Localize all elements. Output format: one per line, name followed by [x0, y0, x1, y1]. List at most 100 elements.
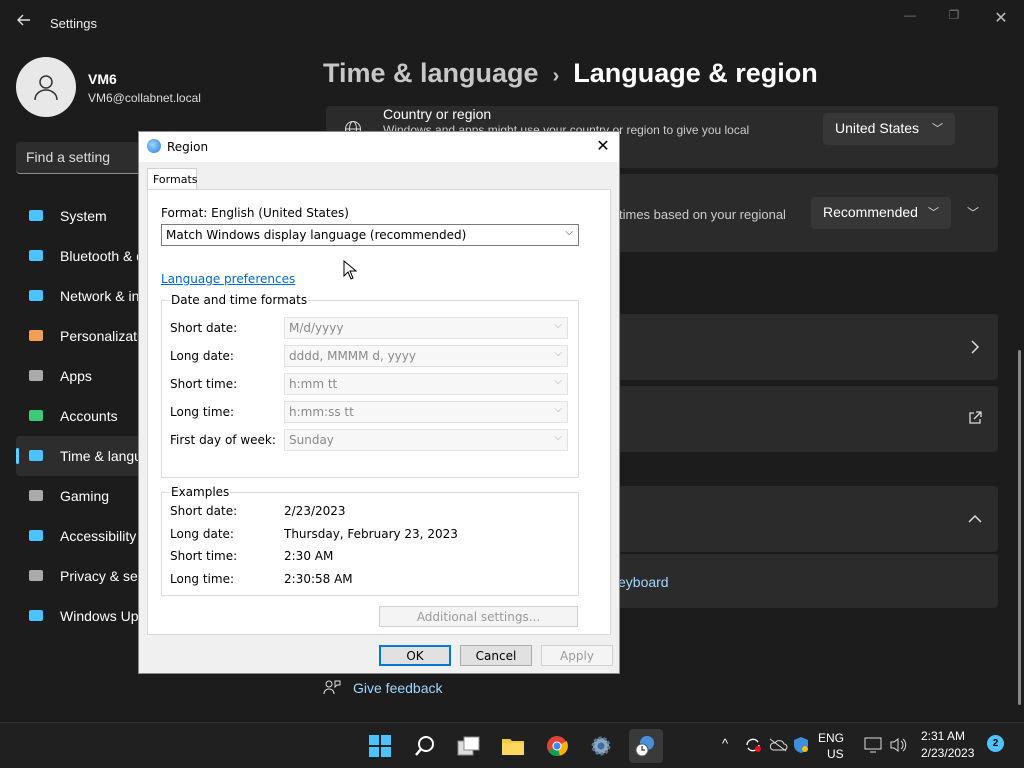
show-hidden-icons-button[interactable]: ^	[722, 736, 728, 751]
chrome-button[interactable]	[543, 732, 571, 760]
apps-icon	[28, 368, 44, 384]
person-icon	[34, 75, 58, 101]
dt-format-value: h:mm tt	[289, 377, 338, 391]
scrollbar[interactable]	[1018, 350, 1021, 705]
clock-date[interactable]: 2/23/2023	[921, 746, 974, 760]
sidebar-item-network-internet[interactable]: Network & internet	[16, 276, 146, 316]
breadcrumb-parent[interactable]: Time & language	[323, 58, 539, 88]
dt-format-select[interactable]: Sunday ⌵	[284, 429, 568, 451]
title-bar: Settings — ❐ ✕	[0, 0, 1024, 48]
sidebar-item-label: Gaming	[60, 488, 110, 504]
format-select[interactable]: Match Windows display language (recommen…	[161, 224, 579, 246]
defender-shield-icon[interactable]	[793, 736, 809, 754]
chevron-down-icon: ⌵	[565, 227, 573, 238]
close-button[interactable]: ✕	[981, 8, 1021, 27]
tab-formats[interactable]: Formats	[147, 168, 198, 190]
regional-format-dropdown[interactable]: Recommended ﹀	[811, 197, 951, 229]
notification-badge[interactable]: 2	[987, 735, 1004, 752]
dialog-title: Region	[167, 140, 209, 154]
bluetooth-icon	[28, 248, 44, 264]
dt-format-select[interactable]: h:mm:ss tt ⌵	[284, 401, 568, 423]
dt-format-label: Long date:	[170, 349, 234, 363]
keyboard-link[interactable]: eyboard	[618, 574, 669, 590]
sidebar-item-windows-update[interactable]: Windows Update	[16, 596, 146, 636]
ok-button[interactable]: OK	[379, 645, 451, 666]
back-button[interactable]	[12, 12, 36, 36]
chevron-up-icon	[968, 514, 982, 523]
settings-button[interactable]	[587, 732, 615, 760]
input-language-line1[interactable]: ENG	[818, 731, 844, 745]
sidebar-item-bluetooth-devices[interactable]: Bluetooth & devices	[16, 236, 146, 276]
country-dropdown[interactable]: United States ﹀	[823, 113, 955, 145]
feedback-label: Give feedback	[353, 680, 443, 696]
gamepad-icon	[28, 488, 44, 504]
sidebar-item-privacy-security[interactable]: Privacy & security	[16, 556, 146, 596]
dt-format-value: h:mm:ss tt	[289, 405, 354, 419]
example-value: 2:30:58 AM	[284, 571, 353, 586]
app-title: Settings	[50, 16, 97, 31]
sidebar-item-time-language[interactable]: Time & language	[16, 436, 146, 476]
sidebar-item-label: Time & language	[60, 448, 146, 464]
country-region-title: Country or region	[383, 106, 492, 122]
country-value: United States	[835, 120, 920, 136]
breadcrumb: Time & language › Language & region	[323, 58, 818, 89]
sidebar-item-personalization[interactable]: Personalization	[16, 316, 146, 356]
maximize-button[interactable]: ❐	[934, 8, 974, 26]
person-icon	[28, 408, 44, 424]
cancel-button[interactable]: Cancel	[460, 645, 532, 666]
minimize-button[interactable]: —	[890, 8, 930, 26]
breadcrumb-separator: ›	[552, 65, 560, 87]
sidebar-item-accessibility[interactable]: Accessibility	[16, 516, 146, 556]
open-external-icon	[969, 411, 982, 424]
start-button[interactable]	[366, 732, 394, 760]
clock-time[interactable]: 2:31 AM	[921, 729, 965, 743]
windows-logo-icon	[369, 735, 391, 757]
dt-format-label: Short date:	[170, 321, 238, 335]
chrome-icon	[547, 736, 568, 757]
region-taskbar-button[interactable]	[629, 729, 663, 763]
sidebar-item-label: System	[60, 208, 107, 224]
additional-settings-button[interactable]: Additional settings...	[379, 606, 578, 627]
example-label: Long date:	[170, 526, 234, 541]
search-button[interactable]	[411, 732, 439, 760]
clock-globe-icon	[28, 448, 44, 464]
search-icon	[415, 736, 434, 756]
expand-chevron-icon[interactable]: ﹀	[967, 204, 979, 221]
paintbrush-icon	[28, 328, 44, 344]
example-label: Short date:	[170, 504, 238, 518]
chevron-down-icon: ⌵	[554, 376, 562, 387]
page-title: Language & region	[573, 58, 818, 88]
chevron-down-icon: ﹀	[932, 123, 943, 135]
file-explorer-button[interactable]	[499, 732, 527, 760]
volume-icon[interactable]	[889, 737, 907, 753]
example-value: Thursday, February 23, 2023	[284, 526, 458, 541]
sidebar-item-system[interactable]: System	[16, 196, 146, 236]
dt-format-select[interactable]: dddd, MMMM d, yyyy ⌵	[284, 345, 568, 367]
apply-button[interactable]: Apply	[541, 645, 613, 666]
chevron-down-icon: ⌵	[554, 432, 562, 443]
region-dialog: Region ✕ Formats Format: English (United…	[138, 131, 620, 674]
network-monitor-icon[interactable]	[864, 737, 882, 753]
folder-icon	[502, 739, 524, 755]
sync-icon[interactable]	[744, 737, 762, 753]
shield-icon	[28, 568, 44, 584]
dt-format-value: M/d/yyyy	[289, 321, 344, 335]
sidebar-item-accounts[interactable]: Accounts	[16, 396, 146, 436]
task-view-button[interactable]	[455, 732, 483, 760]
gear-icon	[591, 736, 611, 756]
examples-title: Examples	[170, 485, 231, 499]
sidebar-item-gaming[interactable]: Gaming	[16, 476, 146, 516]
input-language-line2[interactable]: US	[827, 747, 844, 761]
give-feedback-link[interactable]: Give feedback	[323, 677, 443, 696]
feedback-icon	[323, 680, 341, 695]
chevron-down-icon: ﹀	[928, 207, 939, 219]
wifi-icon	[28, 288, 44, 304]
cloud-offline-icon[interactable]	[768, 738, 788, 752]
dt-format-select[interactable]: M/d/yyyy ⌵	[284, 317, 568, 339]
dialog-close-button[interactable]: ✕	[591, 136, 615, 158]
dialog-title-bar: Region ✕	[139, 132, 619, 162]
dt-format-label: Long time:	[170, 405, 235, 419]
language-preferences-link[interactable]: Language preferences	[161, 272, 295, 286]
sidebar-item-apps[interactable]: Apps	[16, 356, 146, 396]
dt-format-select[interactable]: h:mm tt ⌵	[284, 373, 568, 395]
